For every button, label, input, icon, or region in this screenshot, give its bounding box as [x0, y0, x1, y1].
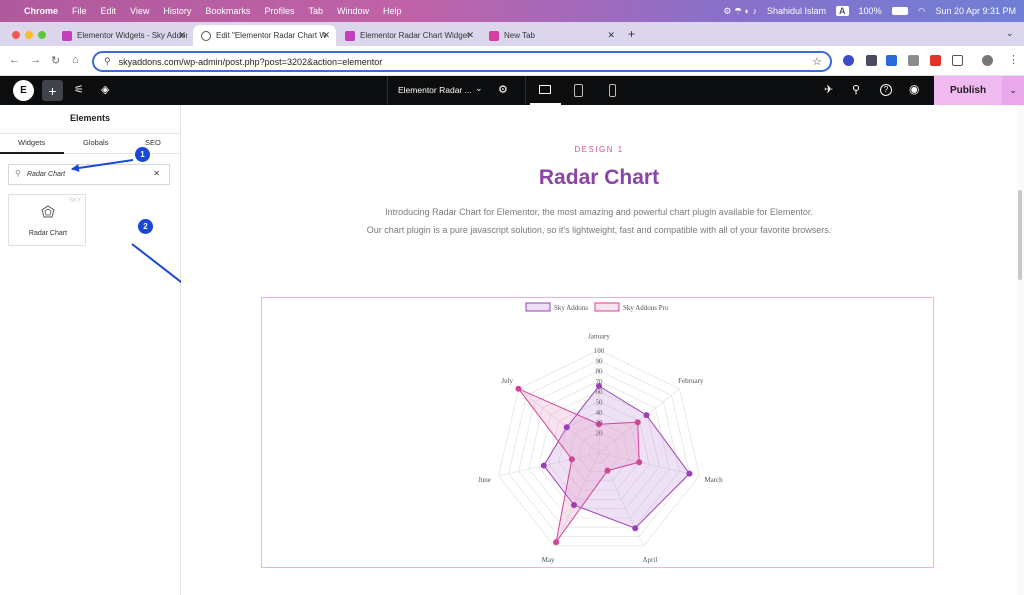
radar-data-point: [540, 462, 547, 469]
radar-category-label: July: [501, 377, 513, 385]
radar-tick-label: 50: [596, 399, 604, 407]
radar-data-point: [568, 456, 575, 463]
radar-data-point: [686, 470, 693, 477]
radar-data-point: [604, 467, 611, 474]
radar-category-label: May: [542, 556, 555, 564]
legend-swatch: [525, 302, 551, 312]
radar-data-point: [515, 385, 522, 392]
design-label: DESIGN 1: [574, 145, 624, 154]
radar-chart: 20 30 40 50 60 70 80 90 100 January February March A…: [478, 302, 723, 564]
radar-tick-label: 70: [596, 378, 604, 386]
radar-tick-label: 20: [596, 429, 604, 437]
radar-data-point: [632, 525, 639, 532]
radar-tick-label: 40: [596, 409, 604, 417]
radar-category-label: February: [678, 377, 704, 385]
radar-data-point: [634, 419, 641, 426]
intro-paragraph-line2: Our chart plugin is a pure javascript so…: [366, 225, 832, 235]
radar-tick-label: 60: [596, 388, 604, 396]
radar-category-label: June: [478, 476, 491, 484]
radar-tick-label: 80: [596, 368, 604, 376]
radar-tick-label: 100: [594, 347, 605, 355]
radar-category-label: January: [588, 333, 610, 341]
radar-data-point: [636, 459, 643, 466]
legend-label: Sky Addons: [554, 304, 588, 312]
page-scrollbar[interactable]: [1017, 105, 1024, 595]
radar-data-point: [571, 502, 577, 508]
radar-data-point: [643, 412, 650, 419]
radar-tick-label: 90: [596, 357, 604, 365]
legend-label: Sky Addons Pro: [623, 304, 669, 312]
radar-data-point: [563, 424, 570, 431]
intro-paragraph-line1: Introducing Radar Chart for Elementor, t…: [385, 207, 813, 217]
radar-category-label: March: [704, 476, 723, 484]
legend-swatch: [594, 302, 620, 312]
preview-canvas: DESIGN 1 Radar Chart Introducing Radar C…: [181, 105, 1017, 595]
radar-tick-label: 30: [596, 419, 604, 427]
radar-category-label: April: [643, 556, 658, 564]
section-heading: Radar Chart: [538, 166, 660, 189]
arrow-to-search: [71, 159, 134, 172]
scrollbar-thumb[interactable]: [1018, 190, 1022, 280]
radar-chart-widget[interactable]: 20 30 40 50 60 70 80 90 100 January February March A…: [261, 297, 934, 568]
radar-data-point: [553, 539, 560, 546]
